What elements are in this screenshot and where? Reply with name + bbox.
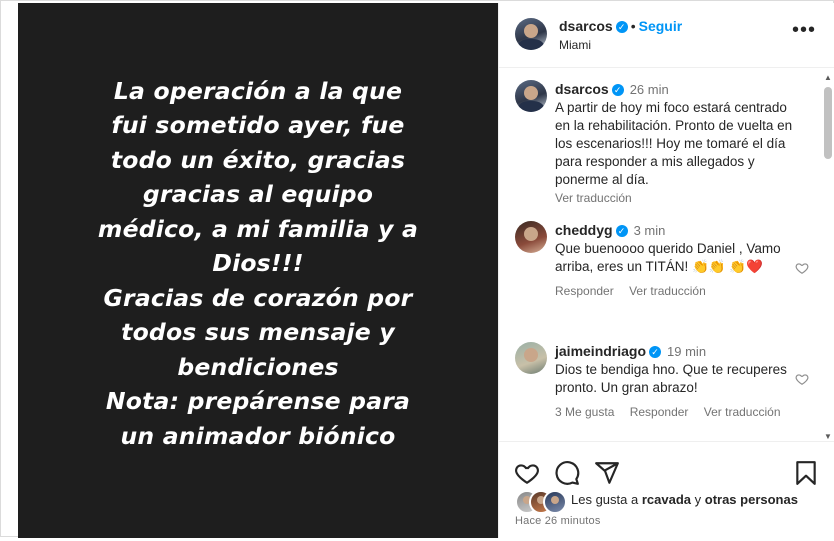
follow-button[interactable]: Seguir [639,18,683,34]
verified-badge-icon: ✓ [615,20,628,33]
liked-by-avatars[interactable] [515,490,569,514]
heart-icon[interactable] [514,460,540,486]
verified-badge-icon: ✓ [649,346,662,359]
likes-user-link[interactable]: rcavada [642,492,691,507]
comment-like-icon[interactable] [795,261,809,275]
post-header: dsarcos ✓ • Seguir Miami ••• [499,3,834,68]
likes-others-link[interactable]: otras personas [705,492,798,507]
comment-time[interactable]: 19 min [667,344,706,359]
post-image[interactable]: La operación a la que fui sometido ayer,… [18,3,498,538]
commenter-avatar[interactable] [515,221,547,253]
scroll-up-icon[interactable]: ▲ [824,73,832,82]
separator-dot: • [630,18,636,34]
comment-text: Dios te bendiga hno. Que te recuperes pr… [555,362,787,395]
bookmark-icon[interactable] [793,460,819,486]
comment-likes-count[interactable]: 3 Me gusta [555,405,614,419]
comment-text: Que buenoooo querido Daniel , Vamo arrib… [555,241,781,274]
caption-meta: Ver traducción [555,189,805,207]
author-avatar[interactable] [515,18,547,50]
comment-icon[interactable] [554,460,580,486]
author-username[interactable]: dsarcos [559,18,613,34]
post-side-panel: dsarcos ✓ • Seguir Miami ••• dsarcos ✓ 26 min… [498,3,834,538]
comments-scrollbar[interactable]: ▲ ▼ [824,73,832,441]
liker-avatar [543,490,567,514]
caption-username[interactable]: dsarcos [555,81,609,97]
comment-meta: 3 Me gusta Responder Ver traducción [555,403,805,421]
comments-list[interactable]: dsarcos ✓ 26 min A partir de hoy mi foco e… [499,68,834,440]
comment-time[interactable]: 3 min [634,223,666,238]
translate-link[interactable]: Ver traducción [629,284,706,298]
likes-connector: y [694,492,702,507]
scroll-thumb[interactable] [824,87,832,159]
post-modal: La operación a la que fui sometido ayer,… [0,0,834,538]
caption-item: dsarcos ✓ 26 min A partir de hoy mi foco e… [515,80,811,205]
comment-username[interactable]: cheddyg [555,222,613,238]
more-options-icon[interactable]: ••• [792,20,816,40]
translate-link[interactable]: Ver traducción [704,405,781,419]
caption-translate-link[interactable]: Ver traducción [555,191,632,205]
likes-summary: Les gusta a rcavada y otras personas [571,492,798,507]
comment-username[interactable]: jaimeindriago [555,343,646,359]
post-location[interactable]: Miami [559,38,591,52]
verified-badge-icon: ✓ [615,225,628,238]
likes-prefix: Les gusta a [571,492,639,507]
caption-text: A partir de hoy mi foco estará centrado … [555,100,793,187]
send-icon[interactable] [594,460,620,486]
verified-badge-icon: ✓ [611,84,624,97]
comment-item: cheddyg ✓ 3 min Que buenoooo querido Danie… [515,221,811,321]
post-image-text: La operación a la que fui sometido ayer,… [97,76,419,450]
caption-author-avatar[interactable] [515,80,547,112]
reply-link[interactable]: Responder [630,405,689,419]
comment-like-icon[interactable] [795,372,809,386]
comment-meta: Responder Ver traducción [555,282,805,300]
post-actions: Les gusta a rcavada y otras personas Hac… [499,441,834,541]
post-timestamp[interactable]: Hace 26 minutos [515,515,601,527]
reply-link[interactable]: Responder [555,284,614,298]
scroll-down-icon[interactable]: ▼ [824,432,832,441]
commenter-avatar[interactable] [515,342,547,374]
comment-item: jaimeindriago ✓ 19 min Dios te bendiga hno… [515,342,811,432]
caption-time[interactable]: 26 min [630,82,669,97]
